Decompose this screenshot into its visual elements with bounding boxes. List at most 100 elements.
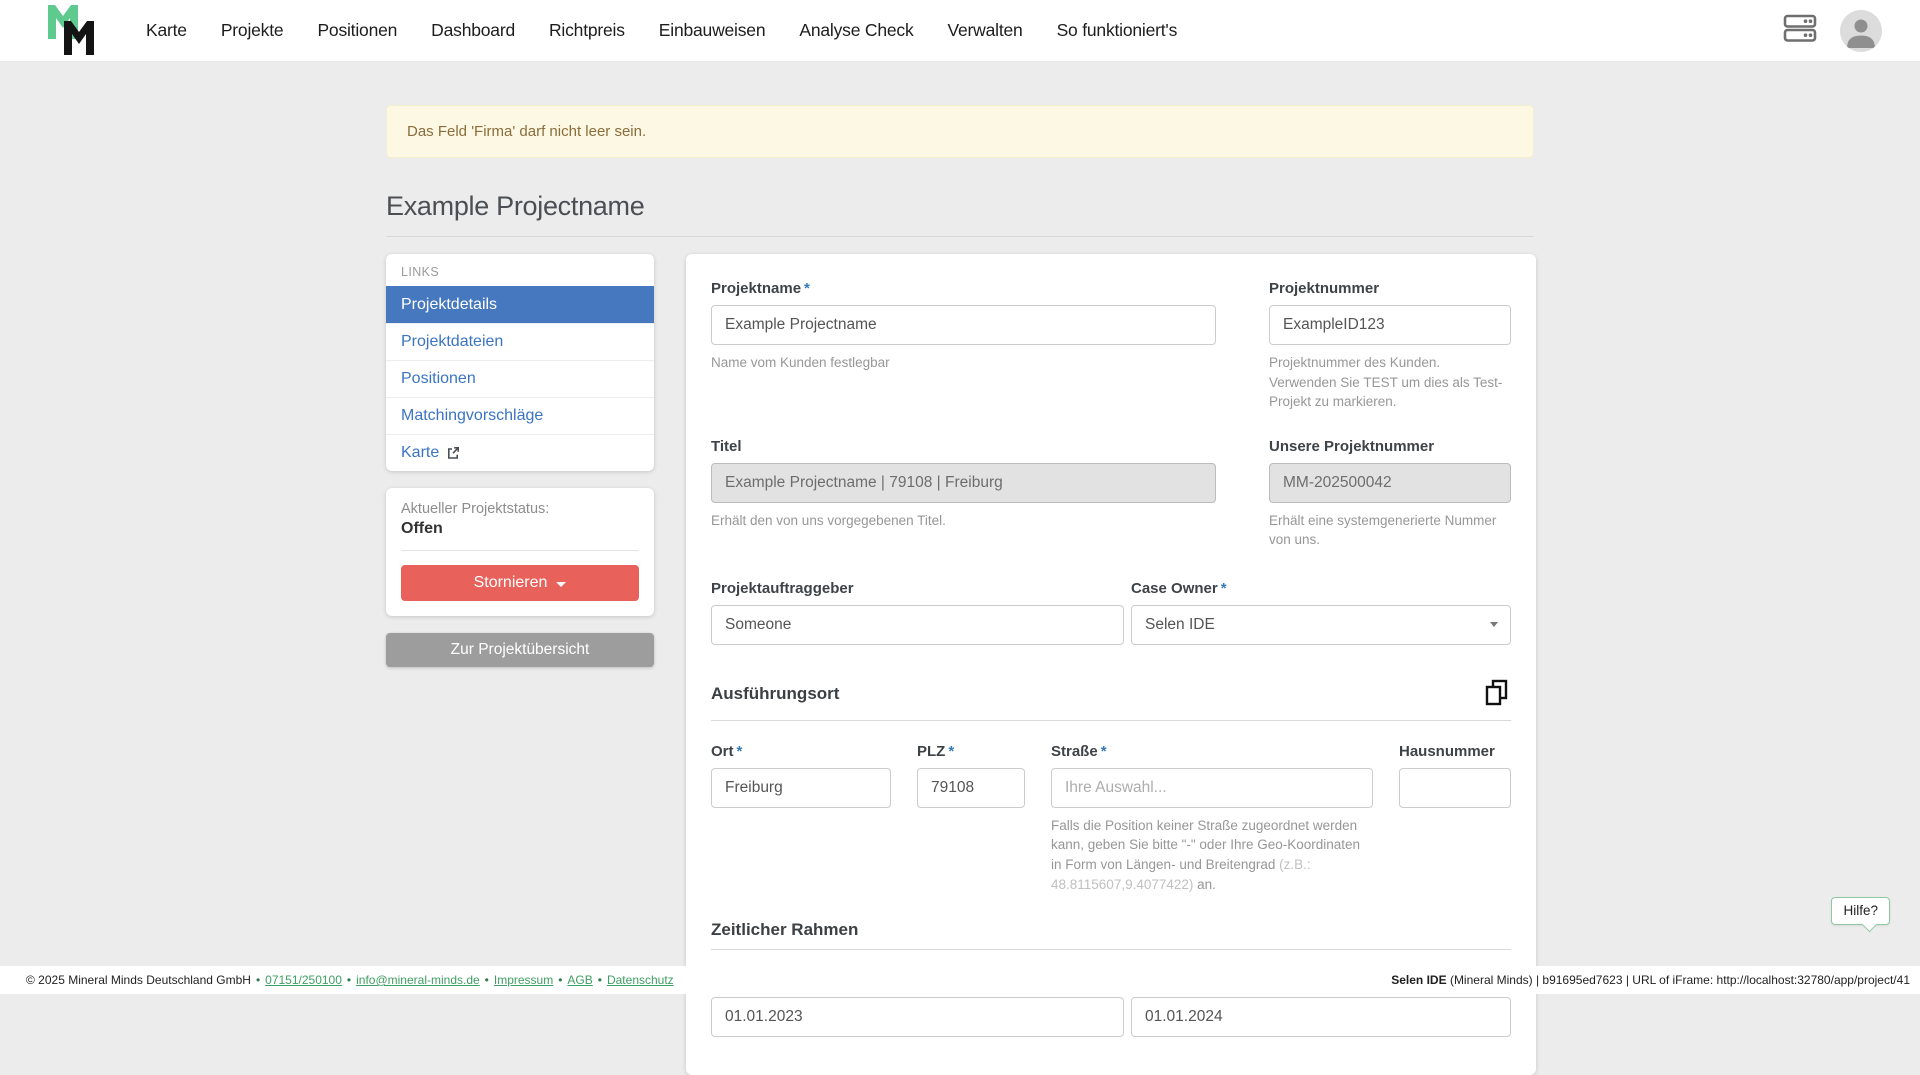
nav-links: Karte Projekte Positionen Dashboard Rich… (146, 20, 1177, 41)
zur-projektuebersicht-button[interactable]: Zur Projektübersicht (386, 633, 654, 667)
project-details-form: Projektname* Name vom Kunden festlegbar … (686, 254, 1536, 1075)
sidebar-item-label: Projektdateien (401, 333, 503, 351)
status-label: Aktueller Projektstatus: (401, 501, 639, 517)
projektauftraggeber-input[interactable] (711, 605, 1124, 645)
top-navbar: Karte Projekte Positionen Dashboard Rich… (0, 0, 1920, 62)
sidebar-item-projektdateien[interactable]: Projektdateien (386, 323, 654, 360)
footer-separator: • (485, 973, 489, 987)
nav-item-einbauweisen[interactable]: Einbauweisen (659, 20, 766, 41)
projektname-label: Projektname* (711, 280, 1216, 297)
nav-item-karte[interactable]: Karte (146, 20, 187, 41)
footer-separator: • (347, 973, 351, 987)
field-plz: PLZ* (917, 743, 1025, 894)
required-marker: * (737, 743, 743, 760)
strasse-help: Falls die Position keiner Straße zugeord… (1051, 816, 1373, 894)
plz-label: PLZ* (917, 743, 1025, 760)
nav-item-analyse-check[interactable]: Analyse Check (799, 20, 913, 41)
sidebar-item-label: Positionen (401, 370, 476, 388)
footer-impressum-link[interactable]: Impressum (494, 973, 553, 987)
field-projektauftraggeber: Projektauftraggeber (711, 580, 1124, 645)
sidebar-item-label: Karte (401, 444, 439, 462)
section-divider (711, 720, 1511, 721)
unsere-projektnummer-input (1269, 463, 1511, 503)
sidebar-item-positionen[interactable]: Positionen (386, 360, 654, 397)
strasse-input[interactable] (1051, 768, 1373, 808)
footer-copyright: © 2025 Mineral Minds Deutschland GmbH (26, 973, 251, 987)
ort-input[interactable] (711, 768, 891, 808)
startdatum-input[interactable] (711, 997, 1124, 1037)
copy-address-button[interactable] (1482, 677, 1511, 711)
projektnummer-label: Projektnummer (1269, 280, 1511, 297)
nav-item-so-funktionierts[interactable]: So funktioniert's (1057, 20, 1178, 41)
field-strasse: Straße* Falls die Position keiner Straße… (1051, 743, 1373, 894)
footer-separator: • (558, 973, 562, 987)
projektauftraggeber-label: Projektauftraggeber (711, 580, 1124, 597)
sidebar-item-label: Matchingvorschläge (401, 407, 543, 425)
case-owner-selected-value: Selen IDE (1145, 616, 1215, 634)
footer-session-info: Selen IDE (Mineral Minds) | b91695ed7623… (1391, 973, 1910, 987)
plz-input[interactable] (917, 768, 1025, 808)
titel-help: Erhält den von uns vorgegebenen Titel. (711, 511, 1216, 531)
nav-item-verwalten[interactable]: Verwalten (948, 20, 1023, 41)
sidebar-item-label: Projektdetails (401, 296, 497, 314)
chevron-down-icon (1490, 622, 1498, 627)
projektname-input[interactable] (711, 305, 1216, 345)
section-zeitlicher-rahmen: Zeitlicher Rahmen (711, 920, 858, 940)
links-card: LINKS Projektdetails Projektdateien Posi… (386, 254, 654, 471)
section-ausfuehrungsort: Ausführungsort (711, 684, 839, 704)
field-hausnummer: Hausnummer (1399, 743, 1511, 894)
section-divider (711, 949, 1511, 950)
status-value: Offen (401, 520, 639, 538)
field-projektname: Projektname* Name vom Kunden festlegbar (711, 280, 1216, 412)
enddatum-input[interactable] (1131, 997, 1511, 1037)
titel-label: Titel (711, 438, 1216, 455)
footer-left: © 2025 Mineral Minds Deutschland GmbH • … (26, 973, 674, 987)
unsere-projektnummer-help: Erhält eine systemgenerierte Nummer von … (1269, 511, 1511, 550)
logo-icon (40, 3, 104, 59)
footer-session-details: (Mineral Minds) | b91695ed7623 | URL of … (1447, 973, 1910, 987)
user-avatar-icon[interactable] (1840, 10, 1882, 52)
field-ort: Ort* (711, 743, 891, 894)
navbar-right (1782, 10, 1882, 52)
copy-icon (1484, 679, 1509, 706)
nav-item-positionen[interactable]: Positionen (317, 20, 397, 41)
caret-down-icon (556, 582, 566, 587)
required-marker: * (1221, 580, 1227, 597)
projektnummer-input[interactable] (1269, 305, 1511, 345)
sidebar-item-karte[interactable]: Karte (386, 434, 654, 471)
field-case-owner: Case Owner* Selen IDE (1131, 580, 1511, 645)
required-marker: * (1101, 743, 1107, 760)
title-divider (386, 236, 1534, 237)
unsere-projektnummer-label: Unsere Projektnummer (1269, 438, 1511, 455)
required-marker: * (804, 280, 810, 297)
hausnummer-input[interactable] (1399, 768, 1511, 808)
footer-datenschutz-link[interactable]: Datenschutz (607, 973, 674, 987)
footer-email-link[interactable]: info@mineral-minds.de (356, 973, 480, 987)
sidebar-item-projektdetails[interactable]: Projektdetails (386, 286, 654, 323)
status-divider (401, 550, 639, 551)
sidebar: LINKS Projektdetails Projektdateien Posi… (386, 254, 654, 667)
required-marker: * (948, 743, 954, 760)
server-rack-icon[interactable] (1782, 12, 1818, 49)
external-link-icon (446, 446, 460, 460)
footer-agb-link[interactable]: AGB (567, 973, 592, 987)
footer-user: Selen IDE (1391, 973, 1446, 987)
titel-input (711, 463, 1216, 503)
nav-item-projekte[interactable]: Projekte (221, 20, 284, 41)
hilfe-button[interactable]: Hilfe? (1831, 897, 1890, 925)
case-owner-select[interactable]: Selen IDE (1131, 605, 1511, 645)
hausnummer-label: Hausnummer (1399, 743, 1511, 760)
nav-item-richtpreis[interactable]: Richtpreis (549, 20, 625, 41)
project-status-card: Aktueller Projektstatus: Offen Storniere… (386, 488, 654, 616)
mineral-minds-logo[interactable] (40, 3, 104, 59)
footer-phone-link[interactable]: 07151/250100 (265, 973, 342, 987)
page-title: Example Projectname (386, 191, 1534, 222)
footer-separator: • (598, 973, 602, 987)
case-owner-label: Case Owner* (1131, 580, 1511, 597)
field-projektnummer: Projektnummer Projektnummer des Kunden. … (1269, 280, 1511, 412)
nav-item-dashboard[interactable]: Dashboard (431, 20, 515, 41)
field-unsere-projektnummer: Unsere Projektnummer Erhält eine systemg… (1269, 438, 1511, 550)
stornieren-button[interactable]: Stornieren (401, 565, 639, 601)
sidebar-item-matchingvorschlaege[interactable]: Matchingvorschläge (386, 397, 654, 434)
projektnummer-help: Projektnummer des Kunden. Verwenden Sie … (1269, 353, 1511, 412)
